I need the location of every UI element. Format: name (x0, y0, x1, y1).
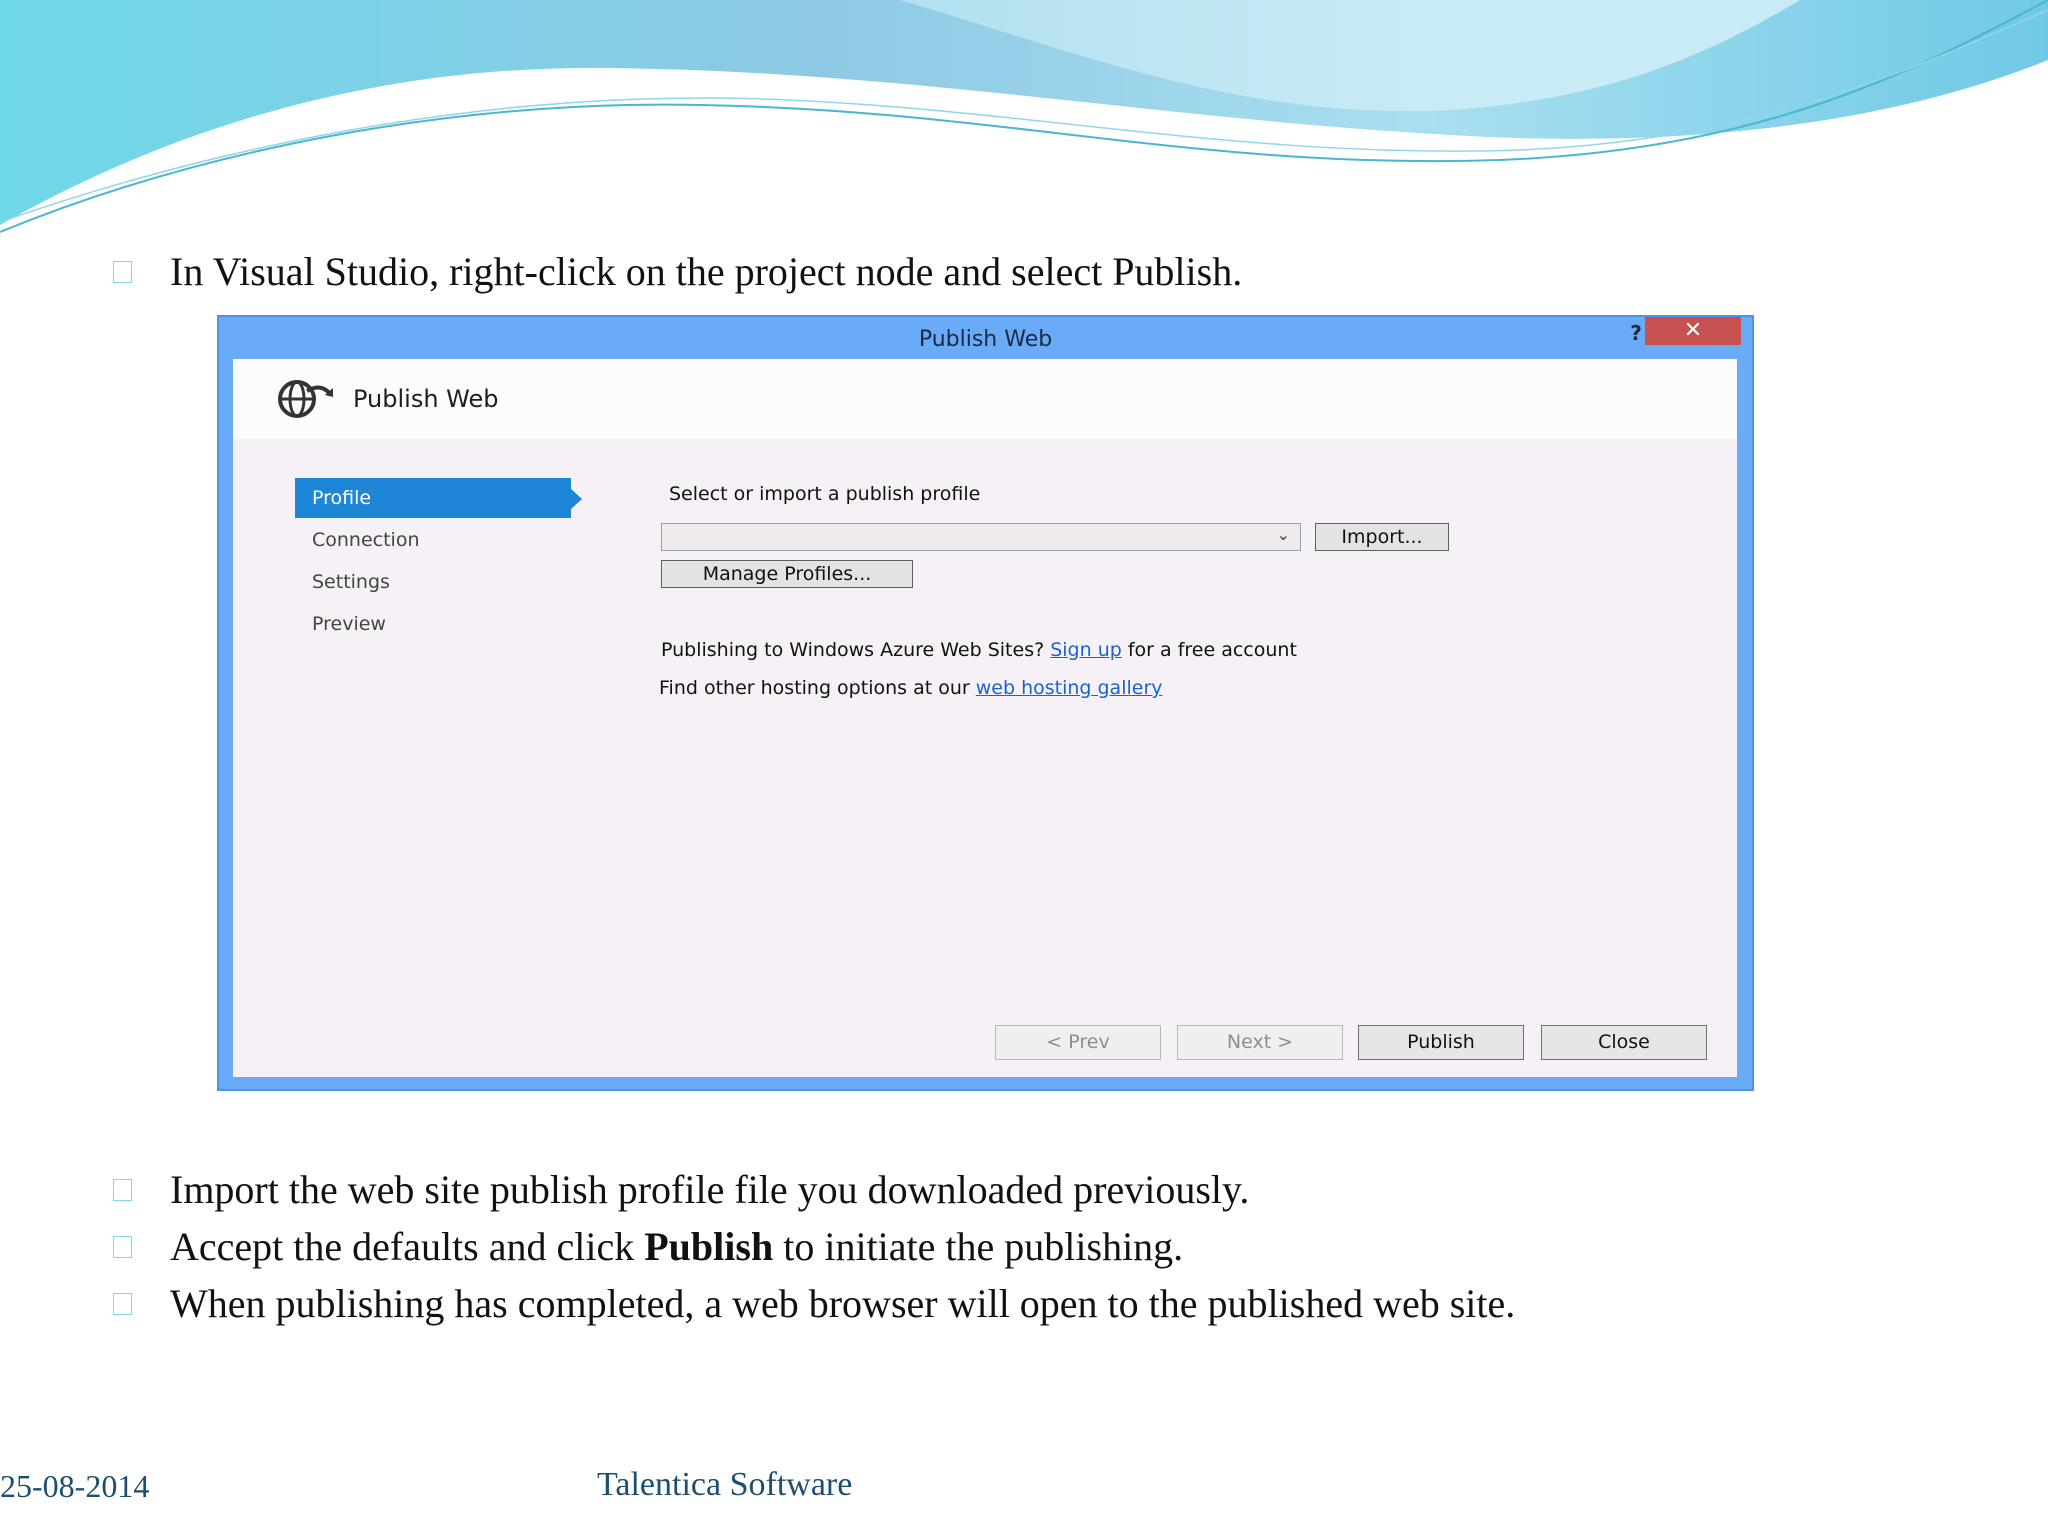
bullet-text-3: Accept the defaults and click Publish to… (170, 1227, 1183, 1267)
nav-item-connection[interactable]: Connection (295, 520, 571, 560)
chevron-down-icon: ⌄ (1276, 525, 1290, 544)
header-wave-decoration (0, 0, 2048, 233)
publish-web-dialog: Publish Web ? ✕ Publish Web Profile Conn… (217, 315, 1754, 1091)
import-button[interactable]: Import... (1315, 523, 1449, 551)
bullet-text-3-after: to initiate the publishing. (773, 1224, 1184, 1269)
bullet-text-2: Import the web site publish profile file… (170, 1167, 1250, 1212)
close-button[interactable]: Close (1541, 1025, 1707, 1060)
bullet-text-3-before: Accept the defaults and click (170, 1224, 645, 1269)
hosting-info-text: Find other hosting options at our (659, 677, 976, 699)
nav-item-profile[interactable]: Profile (295, 478, 571, 518)
bullet-marker (113, 1236, 132, 1258)
profile-select-label: Select or import a publish profile (669, 483, 981, 505)
footer-date: 25-08-2014 (0, 1468, 150, 1504)
azure-info-line: Publishing to Windows Azure Web Sites? S… (661, 639, 1297, 661)
profile-dropdown[interactable]: ⌄ (661, 523, 1301, 551)
hosting-info-line: Find other hosting options at our web ho… (659, 677, 1163, 699)
web-hosting-gallery-link[interactable]: web hosting gallery (976, 677, 1163, 699)
sign-up-link[interactable]: Sign up (1050, 639, 1122, 661)
globe-publish-icon (278, 380, 333, 418)
bullet-text-3-bold: Publish (644, 1224, 774, 1269)
bullet-text-4: When publishing has completed, a web bro… (170, 1281, 1516, 1326)
dialog-header: Publish Web (233, 359, 1737, 439)
next-button[interactable]: Next > (1177, 1025, 1343, 1060)
nav-item-settings[interactable]: Settings (295, 562, 571, 602)
close-window-button[interactable]: ✕ (1645, 317, 1741, 345)
prev-button[interactable]: < Prev (995, 1025, 1161, 1060)
manage-profiles-button[interactable]: Manage Profiles... (661, 560, 913, 588)
dialog-title: Publish Web (918, 327, 1053, 352)
bullet-marker (113, 1179, 132, 1201)
publish-button[interactable]: Publish (1358, 1025, 1524, 1060)
dialog-body: Publish Web Profile Connection Settings … (233, 359, 1737, 1077)
nav-item-preview[interactable]: Preview (295, 604, 571, 644)
footer-company: Talentica Software (597, 1466, 853, 1503)
azure-info-text: Publishing to Windows Azure Web Sites? (661, 639, 1051, 661)
active-nav-arrow (571, 489, 582, 509)
header-title: Publish Web (353, 385, 499, 413)
bullet-marker (113, 261, 132, 283)
bullet-marker (113, 1293, 132, 1315)
azure-info-suffix: for a free account (1121, 639, 1297, 661)
bullet-text-1: In Visual Studio, right-click on the pro… (170, 249, 1243, 294)
